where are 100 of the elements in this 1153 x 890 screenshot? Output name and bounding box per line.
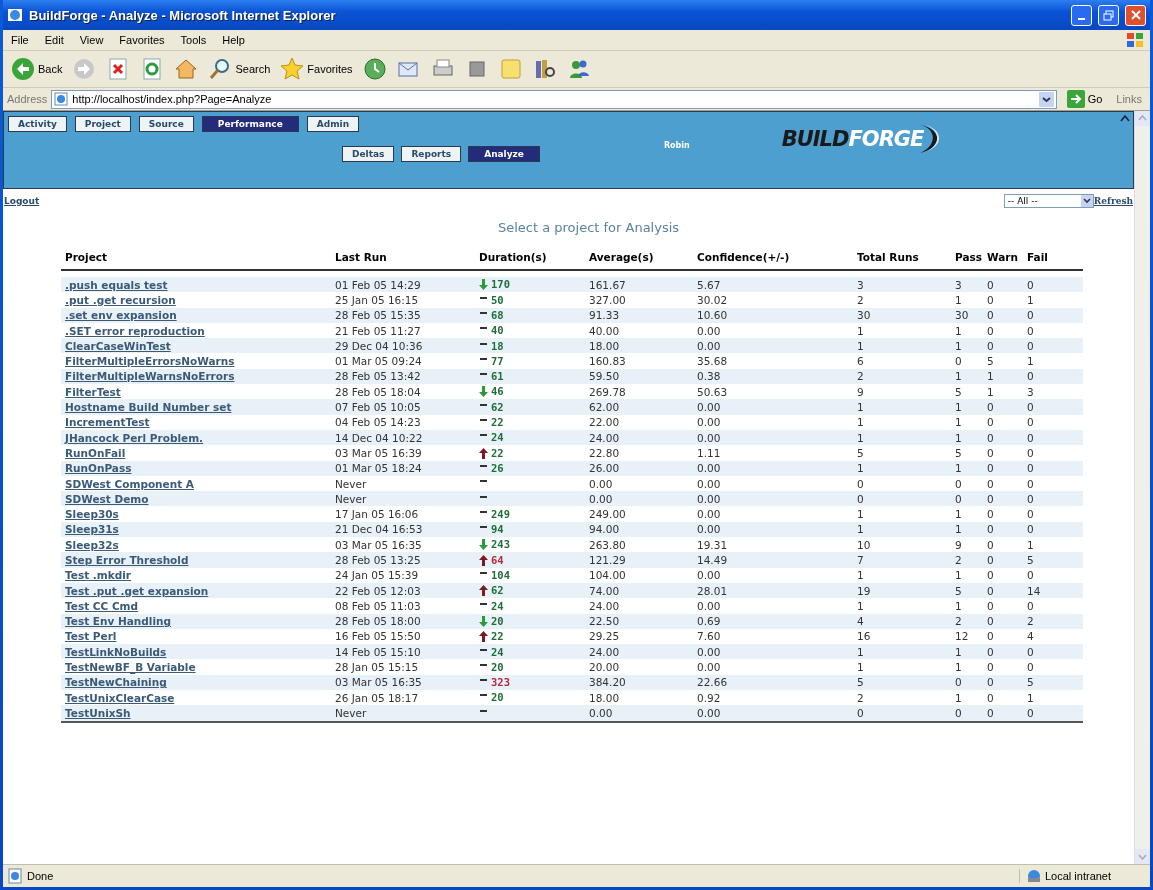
menu-item[interactable]: Tools — [172, 34, 215, 46]
table-cell: Never — [331, 491, 475, 507]
flag-logo-icon — [1126, 32, 1144, 48]
table-cell: 50.63 — [693, 384, 853, 400]
table-cell: 0 — [983, 429, 1023, 446]
project-link[interactable]: TestUnixClearCase — [65, 691, 175, 704]
table-cell: 1 — [951, 338, 983, 354]
table-cell: 01 Mar 05 18:24 — [331, 460, 475, 476]
menu-item[interactable]: View — [71, 34, 112, 46]
table-cell: 01 Mar 05 09:24 — [331, 353, 475, 369]
table-cell: 384.20 — [585, 674, 693, 690]
menu-item[interactable]: File — [3, 34, 37, 46]
minimize-button[interactable] — [1071, 4, 1092, 26]
table-cell: 03 Mar 05 16:35 — [331, 537, 475, 553]
project-link[interactable]: FilterTest — [65, 385, 121, 398]
project-link[interactable]: Test CC Cmd — [65, 599, 139, 612]
duration-value: 64 — [491, 553, 504, 567]
table-cell: 0 — [983, 659, 1023, 675]
sub-tab[interactable]: Reports — [401, 146, 462, 162]
page-title: Select a project for Analysis — [496, 220, 681, 235]
table-cell: 29 Dec 04 10:36 — [331, 338, 475, 354]
table-cell: 14 Feb 05 15:10 — [331, 644, 475, 660]
table-cell: 1 — [951, 644, 983, 660]
search-button[interactable]: Search — [206, 55, 273, 83]
nav-tab[interactable]: Source — [138, 116, 194, 132]
table-cell: 0 — [1023, 322, 1083, 339]
address-field[interactable]: http://localhost/index.php?Page=Analyze — [51, 89, 1057, 109]
table-cell: 0 — [951, 705, 983, 722]
project-link[interactable]: SDWest Component A — [65, 477, 194, 490]
nav-tab[interactable]: Performance — [201, 116, 299, 132]
table-cell: 1 — [853, 322, 951, 339]
project-link[interactable]: RunOnFail — [65, 446, 126, 459]
project-link[interactable]: TestNewBF_B Variable — [65, 661, 196, 674]
project-link[interactable]: IncrementTest — [65, 416, 150, 429]
table-cell: 2 — [1023, 613, 1083, 629]
table-cell: 16 — [853, 628, 951, 645]
table-cell: 0 — [983, 598, 1023, 614]
table-cell: 94.00 — [585, 521, 693, 538]
project-link[interactable]: .SET error reproduction — [65, 324, 205, 337]
duration-value: 46 — [491, 385, 504, 399]
sub-tab[interactable]: Analyze — [468, 146, 540, 162]
project-link[interactable]: Sleep32s — [65, 538, 119, 551]
duration-value: 40 — [491, 324, 504, 338]
menu-item[interactable]: Help — [214, 34, 253, 46]
nav-tab[interactable]: Admin — [306, 116, 360, 132]
project-link[interactable]: .put .get recursion — [65, 293, 176, 306]
project-link[interactable]: Sleep31s — [65, 523, 119, 536]
logo: BUILDFORGE — [781, 124, 942, 154]
nav-tab[interactable]: Activity — [8, 116, 67, 132]
go-button[interactable]: Go — [1060, 90, 1109, 108]
refresh-link[interactable]: Refresh — [1093, 196, 1133, 206]
table-cell: 17 Jan 05 16:06 — [331, 506, 475, 522]
table-cell: 30.02 — [693, 292, 853, 308]
sub-tab[interactable]: Deltas — [342, 146, 395, 162]
nav-tab[interactable]: Project — [74, 116, 131, 132]
table-cell: 4 — [853, 613, 951, 629]
dropdown-icon[interactable] — [1080, 195, 1093, 207]
favorites-button[interactable]: Favorites — [278, 55, 355, 83]
table-cell: 40.00 — [585, 322, 693, 339]
table-cell: 59.50 — [585, 368, 693, 385]
table-cell: 35.68 — [693, 353, 853, 369]
table-cell: 07 Feb 05 10:05 — [331, 399, 475, 415]
table-cell: 0 — [983, 521, 1023, 538]
project-filter-dropdown[interactable]: -- All -- — [1003, 194, 1094, 208]
logout-link[interactable]: Logout — [4, 196, 40, 206]
close-button[interactable] — [1125, 4, 1146, 26]
table-cell: 6 — [853, 353, 951, 369]
caret-up-icon[interactable] — [1120, 114, 1130, 122]
page-icon — [7, 868, 23, 884]
address-label: Address — [7, 93, 48, 105]
duration-value: 24 — [491, 431, 504, 445]
table-cell: 0 — [983, 322, 1023, 339]
back-button[interactable]: Back — [9, 55, 65, 83]
table-cell: 2 — [853, 292, 951, 308]
table-cell: 12 — [951, 628, 983, 645]
table-cell: 0.00 — [693, 705, 853, 722]
table-cell: Never — [331, 705, 475, 722]
table-cell: 5 — [983, 353, 1023, 369]
project-link[interactable]: FilterMultipleErrorsNoWarns — [65, 355, 235, 368]
project-link[interactable]: TestUnixSh — [65, 706, 131, 719]
dropdown-icon[interactable] — [1038, 91, 1054, 107]
project-link[interactable]: Test .mkdir — [65, 569, 132, 582]
duration-value: 50 — [491, 293, 504, 307]
table-cell: 0 — [951, 491, 983, 507]
table-cell: 0 — [983, 705, 1023, 722]
menu-item[interactable]: Favorites — [111, 34, 173, 46]
menu-item[interactable]: Edit — [36, 34, 72, 46]
table-cell: 24 Jan 05 15:39 — [331, 567, 475, 583]
restore-button[interactable] — [1098, 4, 1119, 26]
project-link[interactable]: Test Perl — [65, 630, 117, 643]
table-cell: 0 — [983, 628, 1023, 645]
table-cell: 19 — [853, 582, 951, 599]
table-cell: 0 — [983, 475, 1023, 492]
project-link[interactable]: Sleep30s — [65, 508, 119, 521]
table-cell: 08 Feb 05 11:03 — [331, 598, 475, 614]
table-cell: 0 — [1023, 506, 1083, 522]
table-cell: 5 — [951, 384, 983, 400]
table-cell: 1 — [853, 506, 951, 522]
table-cell: 7.60 — [693, 628, 853, 645]
links-label[interactable]: Links — [1112, 93, 1146, 105]
